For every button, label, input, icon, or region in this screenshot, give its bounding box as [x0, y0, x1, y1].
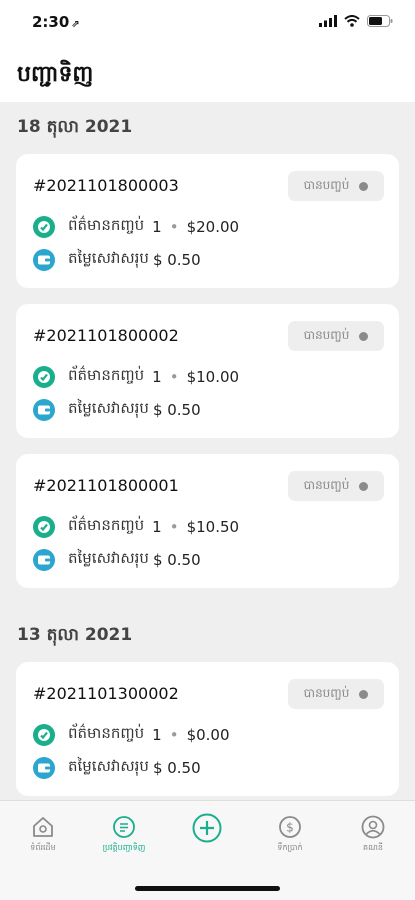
status-badge: បានបញ្ចប់ — [288, 471, 384, 501]
tab-account[interactable]: គណនី — [343, 815, 403, 854]
order-card[interactable]: #2021101800003 បានបញ្ចប់ ព័ត៌មានកញ្ចប់ 1… — [16, 154, 399, 288]
status-time: 2:30 ⇗ — [32, 13, 80, 31]
home-indicator — [135, 886, 280, 891]
service-fee-value: $ 0.50 — [152, 759, 201, 777]
add-icon — [192, 813, 222, 843]
wifi-icon — [344, 15, 360, 27]
tab-wallet[interactable]: $ ទឹកប្រាក់ — [260, 815, 320, 854]
status-dot-icon — [359, 481, 369, 491]
package-info-label: ព័ត៌មានកញ្ចប់ — [68, 366, 145, 384]
package-info-row: ព័ត៌មានកញ្ចប់ 1 • $10.50 — [32, 515, 239, 539]
order-card[interactable]: #2021101300002 បានបញ្ចប់ ព័ត៌មានកញ្ចប់ 1… — [16, 662, 399, 796]
status-badge-label: បានបញ្ចប់ — [303, 686, 350, 700]
bullet-separator: • — [169, 218, 179, 236]
order-number: #2021101800003 — [33, 176, 179, 195]
order-card[interactable]: #2021101800001 បានបញ្ចប់ ព័ត៌មានកញ្ចប់ 1… — [16, 454, 399, 588]
bullet-separator: • — [169, 726, 179, 744]
page-title: បញ្ជាទិញ — [17, 62, 94, 87]
time-text: 2:30 — [32, 13, 70, 31]
package-count: 1 — [152, 218, 162, 236]
service-fee-label: តម្លៃសេវាសរុប — [68, 549, 149, 567]
status-badge-label: បានបញ្ចប់ — [303, 178, 350, 192]
wallet-fee-icon — [33, 549, 55, 571]
package-check-icon — [33, 216, 55, 238]
package-count: 1 — [152, 368, 162, 386]
order-history-icon — [113, 816, 135, 838]
group-date-1: 18 តុលា 2021 — [17, 117, 133, 137]
status-badge-label: បានបញ្ចប់ — [303, 328, 350, 342]
wallet-fee-icon — [33, 757, 55, 779]
package-amount: $10.50 — [186, 518, 240, 536]
service-fee-value: $ 0.50 — [152, 551, 201, 569]
package-info-label: ព័ត៌មានកញ្ចប់ — [68, 724, 145, 742]
package-amount: $20.00 — [186, 218, 240, 236]
package-check-icon — [33, 516, 55, 538]
wallet-icon: $ — [279, 816, 301, 838]
service-fee-row: តម្លៃសេវាសរុប $ 0.50 — [32, 248, 201, 272]
package-amount: $0.00 — [186, 726, 230, 744]
group-date-2: 13 តុលា 2021 — [17, 625, 133, 645]
order-number: #2021101800001 — [33, 476, 179, 495]
home-icon — [33, 817, 53, 837]
location-arrow-icon: ⇗ — [71, 19, 80, 30]
signal-icon — [319, 15, 337, 27]
package-count: 1 — [152, 518, 162, 536]
service-fee-label: តម្លៃសេវាសរុប — [68, 399, 149, 417]
wallet-fee-icon — [33, 399, 55, 421]
package-info-row: ព័ត៌មានកញ្ចប់ 1 • $20.00 — [32, 215, 239, 239]
order-number: #2021101300002 — [33, 684, 179, 703]
wallet-fee-icon — [33, 249, 55, 271]
tab-order-history[interactable]: ប្រវត្តិបញ្ជាទិញ — [94, 815, 154, 854]
status-badge: បានបញ្ចប់ — [288, 679, 384, 709]
service-fee-label: តម្លៃសេវាសរុប — [68, 757, 149, 775]
svg-text:$: $ — [286, 821, 294, 835]
package-check-icon — [33, 366, 55, 388]
package-info-label: ព័ត៌មានកញ្ចប់ — [68, 516, 145, 534]
status-bar: 2:30 ⇗ — [0, 0, 415, 44]
package-info-label: ព័ត៌មានកញ្ចប់ — [68, 216, 145, 234]
tab-order-history-label: ប្រវត្តិបញ្ជាទិញ — [102, 843, 146, 852]
battery-icon — [367, 15, 393, 27]
service-fee-row: តម្លៃសេវាសរុប $ 0.50 — [32, 398, 201, 422]
service-fee-value: $ 0.50 — [152, 401, 201, 419]
status-dot-icon — [359, 689, 369, 699]
tab-account-label: គណនី — [363, 843, 383, 852]
status-badge: បានបញ្ចប់ — [288, 171, 384, 201]
order-card[interactable]: #2021101800002 បានបញ្ចប់ ព័ត៌មានកញ្ចប់ 1… — [16, 304, 399, 438]
status-badge-label: បានបញ្ចប់ — [303, 478, 350, 492]
bottom-tab-bar: ទំព័រដើម ប្រវត្តិបញ្ជាទិញ $ ទឹកប្រាក់ គណ… — [0, 800, 415, 900]
status-badge: បានបញ្ចប់ — [288, 321, 384, 351]
tab-wallet-label: ទឹកប្រាក់ — [277, 843, 303, 852]
order-list[interactable]: 18 តុលា 2021 #2021101800003 បានបញ្ចប់ ព័… — [0, 102, 415, 800]
bullet-separator: • — [169, 518, 179, 536]
order-number: #2021101800002 — [33, 326, 179, 345]
package-check-icon — [33, 724, 55, 746]
service-fee-label: តម្លៃសេវាសរុប — [68, 249, 149, 267]
page-header: បញ្ជាទិញ — [0, 44, 415, 102]
package-info-row: ព័ត៌មានកញ្ចប់ 1 • $10.00 — [32, 365, 239, 389]
tab-home[interactable]: ទំព័រដើម — [13, 815, 73, 854]
tab-add[interactable] — [177, 813, 237, 843]
service-fee-value: $ 0.50 — [152, 251, 201, 269]
status-dot-icon — [359, 181, 369, 191]
service-fee-row: តម្លៃសេវាសរុប $ 0.50 — [32, 756, 201, 780]
service-fee-row: តម្លៃសេវាសរុប $ 0.50 — [32, 548, 201, 572]
status-dot-icon — [359, 331, 369, 341]
package-info-row: ព័ត៌មានកញ្ចប់ 1 • $0.00 — [32, 723, 230, 747]
account-icon — [361, 815, 385, 839]
package-amount: $10.00 — [186, 368, 240, 386]
tab-home-label: ទំព័រដើម — [30, 843, 56, 852]
status-icons — [319, 15, 393, 27]
package-count: 1 — [152, 726, 162, 744]
bullet-separator: • — [169, 368, 179, 386]
